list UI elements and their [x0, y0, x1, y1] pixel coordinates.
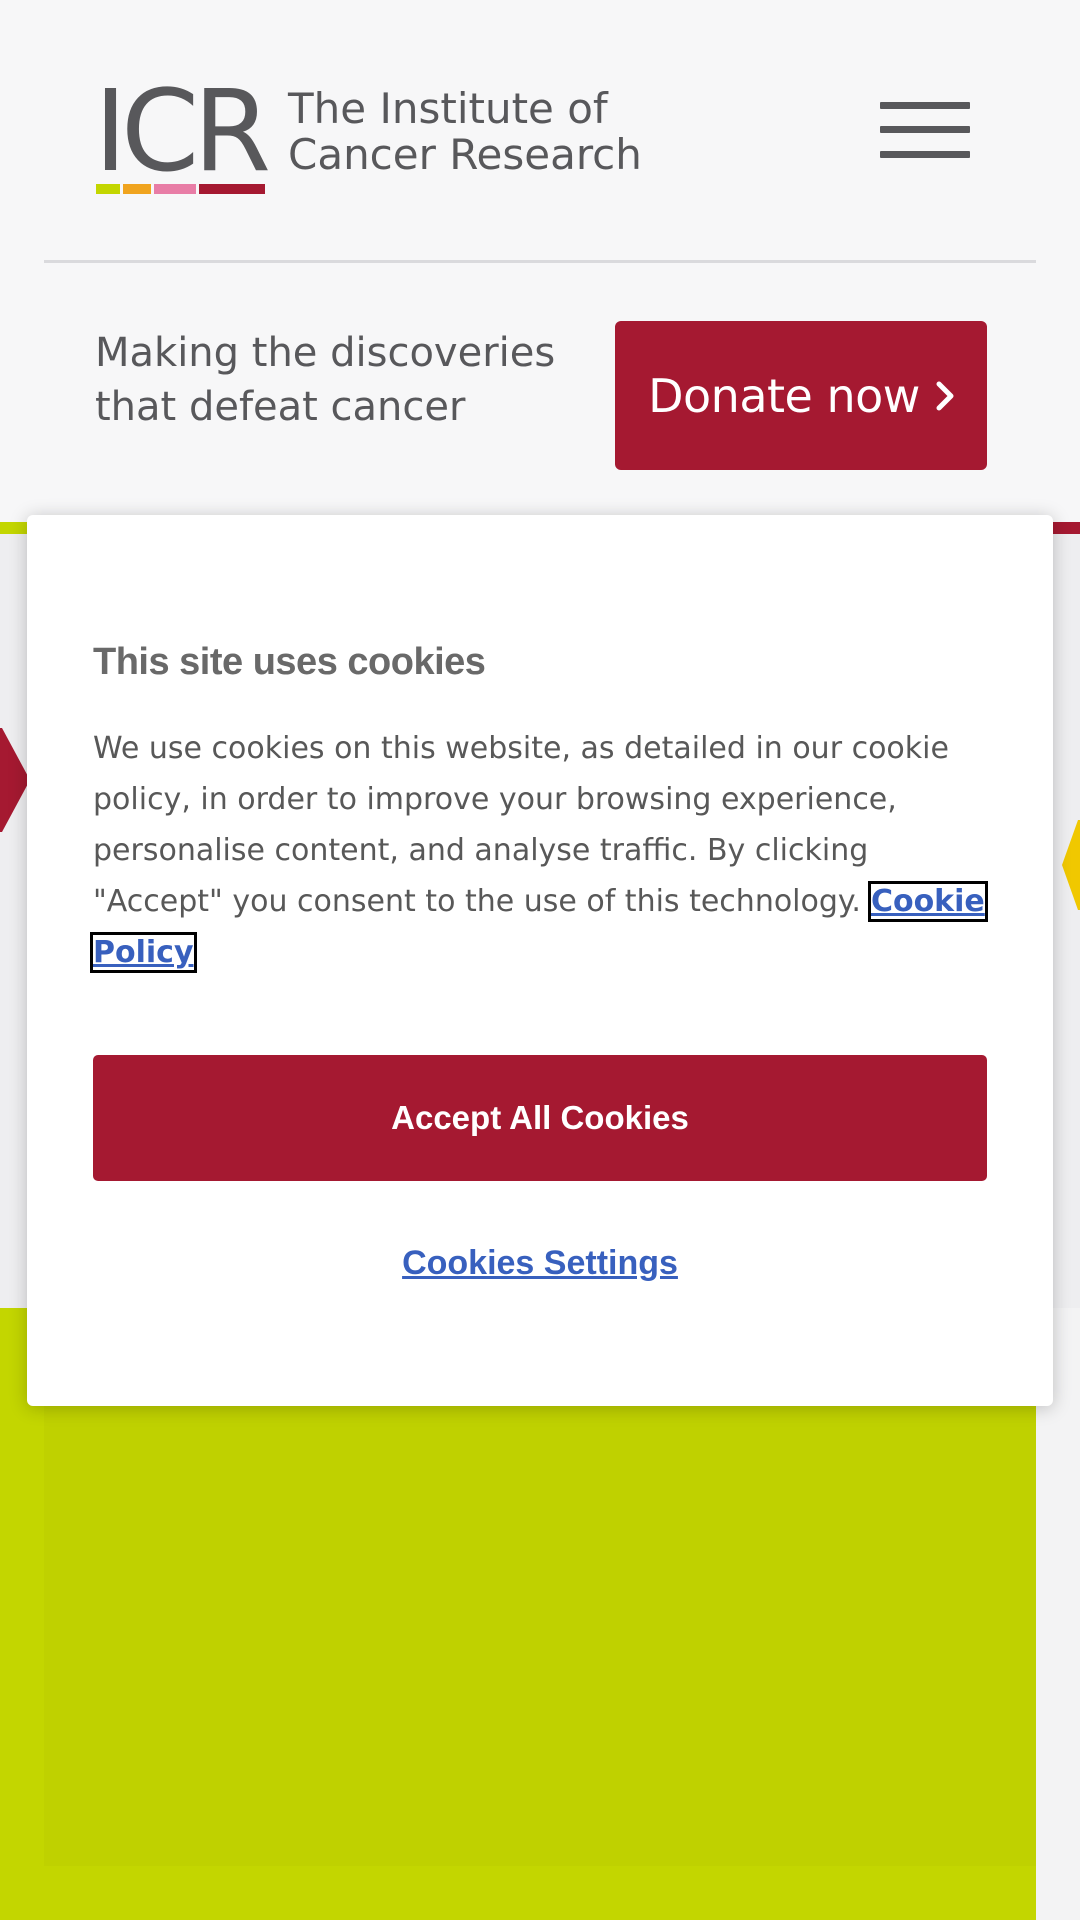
- logo-bar-pink: [154, 184, 196, 194]
- cookie-description: We use cookies on this website, as detai…: [90, 723, 993, 978]
- logo-bar-amber: [123, 184, 151, 194]
- logo-bar-red: [199, 184, 265, 194]
- tagline-line-2: that defeat cancer: [95, 384, 466, 430]
- site-header: ICR The Institute of Cancer Research: [0, 0, 1080, 263]
- cookie-consent-dialog: This site uses cookies We use cookies on…: [27, 515, 1053, 1406]
- donate-now-button[interactable]: Donate now: [615, 321, 987, 470]
- logo-mark: ICR: [94, 67, 271, 197]
- cookie-title: This site uses cookies: [93, 641, 486, 683]
- hamburger-menu-icon[interactable]: [880, 102, 970, 158]
- accept-all-cookies-button[interactable]: Accept All Cookies: [93, 1055, 987, 1181]
- logo-bar-lime: [96, 184, 120, 194]
- logo-line-2: Cancer Research: [288, 130, 642, 179]
- logo-color-bars: [96, 184, 265, 194]
- cookies-settings-link[interactable]: Cookies Settings: [93, 1244, 987, 1283]
- cookie-body-text: We use cookies on this website, as detai…: [93, 731, 949, 919]
- donate-label: Donate now: [648, 368, 920, 423]
- site-tagline: Making the discoveries that defeat cance…: [95, 326, 575, 434]
- lime-feature-image: [44, 1406, 1036, 1866]
- logo-wordmark: The Institute of Cancer Research: [288, 86, 642, 178]
- header-divider: [44, 260, 1036, 263]
- tagline-line-1: Making the discoveries: [95, 330, 556, 376]
- chevron-right-icon: [936, 381, 954, 410]
- logo-line-1: The Institute of: [288, 84, 608, 133]
- icr-logo[interactable]: ICR The Institute of Cancer Research: [94, 67, 654, 197]
